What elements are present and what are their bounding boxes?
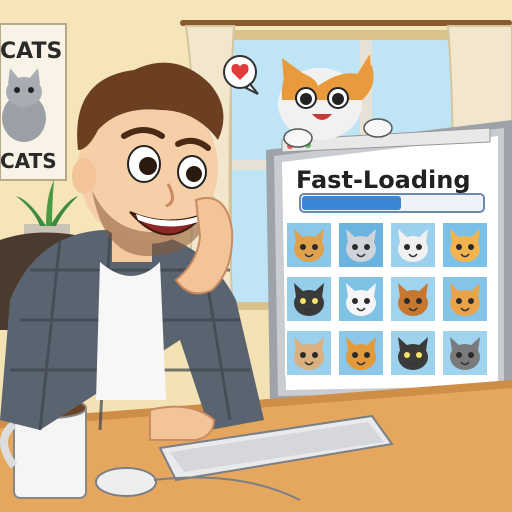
- cat-eye: [456, 352, 462, 358]
- cat-eye: [416, 352, 422, 358]
- peeking-cat-paw-right: [363, 118, 393, 138]
- cat-eye: [468, 298, 474, 304]
- cat-eye: [300, 244, 306, 250]
- cat-tile[interactable]: [389, 329, 437, 377]
- browser-window: Fast-Loading: [281, 127, 491, 213]
- cat-eye: [300, 298, 306, 304]
- cat-eye: [312, 352, 318, 358]
- poster-top-text: CATS: [0, 39, 62, 64]
- cat-eye: [404, 244, 410, 250]
- cat-eye: [468, 244, 474, 250]
- cat-eye: [416, 298, 422, 304]
- person-tshirt: [96, 262, 166, 400]
- cat-tile[interactable]: [441, 221, 489, 269]
- cat-eye: [364, 352, 370, 358]
- peeking-cat-paw-left: [283, 128, 313, 148]
- poster-cat-eye-right: [28, 87, 34, 93]
- cat-eye: [404, 352, 410, 358]
- cat-eye: [456, 298, 462, 304]
- cat-tile[interactable]: [337, 221, 385, 269]
- poster-bottom-text: CATS: [0, 149, 57, 173]
- cat-eye: [456, 244, 462, 250]
- person-pupil-right: [186, 166, 202, 182]
- cat-eye: [352, 244, 358, 250]
- cat-eye: [468, 352, 474, 358]
- cat-eye: [364, 244, 370, 250]
- person-pupil-left: [139, 157, 157, 175]
- cat-eye: [364, 298, 370, 304]
- cat-tile[interactable]: [285, 275, 333, 323]
- cat-tile[interactable]: [389, 275, 437, 323]
- poster-cat-eye-left: [14, 87, 20, 93]
- cat-eye: [416, 244, 422, 250]
- progress-bar-fill: [302, 196, 401, 210]
- cat-tile[interactable]: [285, 329, 333, 377]
- cat-tile[interactable]: [337, 329, 385, 377]
- illustration: CATS CATS Fast-Loading: [0, 0, 512, 512]
- cat-tile[interactable]: [389, 221, 437, 269]
- cats-poster: CATS CATS: [0, 23, 67, 181]
- cat-eye: [312, 298, 318, 304]
- cat-eye: [404, 298, 410, 304]
- cat-eye: [352, 298, 358, 304]
- person-ear: [72, 158, 96, 194]
- cat-tile[interactable]: [285, 221, 333, 269]
- peeking-cat-pupil-right: [332, 93, 344, 105]
- cat-tile[interactable]: [441, 275, 489, 323]
- cat-eye: [312, 244, 318, 250]
- cat-eye: [300, 352, 306, 358]
- scene: CATS CATS Fast-Loading: [0, 0, 512, 512]
- peeking-cat-pupil-left: [300, 93, 312, 105]
- cat-tile[interactable]: [337, 275, 385, 323]
- cat-eye: [352, 352, 358, 358]
- cat-tile[interactable]: [441, 329, 489, 377]
- computer-mouse[interactable]: [95, 467, 157, 497]
- browser-title: Fast-Loading: [296, 166, 471, 194]
